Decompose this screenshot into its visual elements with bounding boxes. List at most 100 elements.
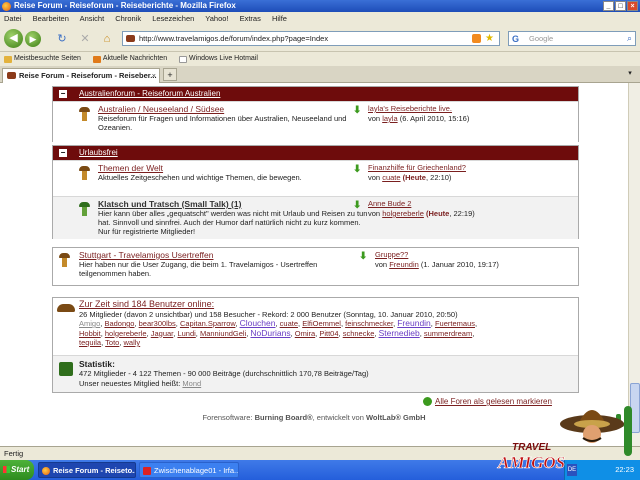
tab-title: Reise Forum - Reiseforum - Reiseber... xyxy=(19,71,157,80)
last-post-title[interactable]: Anne Bude 2 xyxy=(368,199,411,208)
minimize-button[interactable]: _ xyxy=(603,1,614,11)
home-icon[interactable]: ⌂ xyxy=(100,32,114,46)
site-favicon-icon xyxy=(7,72,16,79)
bookmark-hotmail[interactable]: Windows Live Hotmail xyxy=(179,52,258,66)
user-link[interactable]: Sternedieb xyxy=(379,328,420,338)
new-post-arrow-icon[interactable]: ⬇ xyxy=(359,251,367,262)
last-post-title[interactable]: Gruppe?? xyxy=(375,250,408,259)
newest-member-link[interactable]: Mond xyxy=(182,379,201,388)
menu-bar: Datei Bearbeiten Ansicht Chronik Lesezei… xyxy=(0,12,640,25)
back-button[interactable]: ◀ xyxy=(4,29,23,48)
menu-lesezeichen[interactable]: Lesezeichen xyxy=(152,14,194,23)
user-link[interactable]: tequila xyxy=(79,338,101,347)
site-favicon-icon xyxy=(126,35,135,42)
user-link[interactable]: Amigo xyxy=(79,319,100,328)
user-link[interactable]: Clouchen xyxy=(240,318,276,328)
user-link[interactable]: ElfiOemmel xyxy=(302,319,341,328)
user-link[interactable]: wally xyxy=(124,338,141,347)
user-link[interactable]: Pitt04 xyxy=(319,329,338,338)
last-post-by: von xyxy=(368,114,381,123)
user-link[interactable]: Capitan.Sparrow xyxy=(180,319,235,328)
user-link[interactable]: NoDurians xyxy=(250,328,290,338)
forum-title[interactable]: Stuttgart - Travelamigos Usertreffen xyxy=(79,250,339,260)
window-title: Reise Forum - Reiseforum - Reiseberichte… xyxy=(14,1,236,10)
forum-title[interactable]: Australien / Neuseeland / Südsee xyxy=(98,104,348,114)
forum-description: Hier haben nur die User Zugang, die beim… xyxy=(79,260,318,278)
user-link[interactable]: Jaguar xyxy=(151,329,174,338)
user-link[interactable]: Badongo xyxy=(104,319,134,328)
menu-chronik[interactable]: Chronik xyxy=(115,14,141,23)
last-post-user[interactable]: Freundin xyxy=(389,260,419,269)
bookmark-star-icon[interactable]: ★ xyxy=(485,32,494,45)
user-link[interactable]: Toto xyxy=(105,338,119,347)
forum-title[interactable]: Klatsch und Tratsch (Small Talk) (1) xyxy=(98,199,360,209)
user-link[interactable]: bear300lbs xyxy=(139,319,176,328)
footer-company[interactable]: WoltLab® GmbH xyxy=(366,413,426,422)
last-post-user[interactable]: cuate xyxy=(382,173,400,182)
info-box: Zur Zeit sind 184 Benutzer online: 26 Mi… xyxy=(52,297,579,393)
taskbar-irfanview[interactable]: Zwischenablage01 - Irfa... xyxy=(139,462,239,478)
menu-datei[interactable]: Datei xyxy=(4,14,22,23)
statistics-section: Statistik: 472 Mitglieder - 4 122 Themen… xyxy=(53,355,578,392)
bookmark-most-visited[interactable]: Meistbesuchte Seiten xyxy=(4,52,81,66)
cactus-icon xyxy=(624,406,632,456)
maximize-button[interactable]: □ xyxy=(615,1,626,11)
category-australien: − Australienforum - Reiseforum Australie… xyxy=(52,86,579,142)
bookmark-label: Meistbesuchte Seiten xyxy=(14,55,81,62)
new-post-arrow-icon[interactable]: ⬇ xyxy=(353,200,361,211)
user-link[interactable]: Fuertemaus xyxy=(435,319,475,328)
address-text: http://www.travelamigos.de/forum/index.p… xyxy=(139,34,329,43)
last-post-title[interactable]: Finanzhilfe für Griechenland? xyxy=(368,163,466,172)
start-button[interactable]: Start xyxy=(0,460,34,480)
bookmarks-toolbar: Meistbesuchte Seiten Aktuelle Nachrichte… xyxy=(0,52,640,66)
search-input[interactable]: G Google ⌕ xyxy=(508,31,636,46)
menu-ansicht[interactable]: Ansicht xyxy=(80,14,105,23)
tab-list-icon[interactable]: ▾ xyxy=(624,69,636,80)
last-post-title[interactable]: layla's Reiseberichte live. xyxy=(368,104,452,113)
bookmark-news[interactable]: Aktuelle Nachrichten xyxy=(92,52,167,66)
menu-yahoo[interactable]: Yahoo! xyxy=(205,14,228,23)
new-post-arrow-icon[interactable]: ⬇ xyxy=(353,164,361,175)
user-link[interactable]: Lundi xyxy=(177,329,195,338)
close-button[interactable]: × xyxy=(627,1,638,11)
reload-icon[interactable]: ↻ xyxy=(55,32,69,46)
user-link[interactable]: holgereberle xyxy=(105,329,147,338)
last-post-user[interactable]: layla xyxy=(382,114,397,123)
new-tab-button[interactable]: + xyxy=(163,68,177,81)
last-post-user[interactable]: holgereberle xyxy=(382,209,424,218)
user-link[interactable]: Freundin xyxy=(397,318,431,328)
google-icon[interactable]: G xyxy=(512,33,519,46)
footer-product[interactable]: Burning Board® xyxy=(255,413,313,422)
collapse-icon[interactable]: − xyxy=(59,90,67,98)
user-link[interactable]: schnecke xyxy=(343,329,375,338)
collapse-icon[interactable]: − xyxy=(59,149,67,157)
category-title[interactable]: Urlaubsfrei xyxy=(79,148,118,157)
menu-hilfe[interactable]: Hilfe xyxy=(272,14,287,23)
search-icon[interactable]: ⌕ xyxy=(627,32,632,45)
online-users-icon xyxy=(57,304,75,312)
last-post-by: von xyxy=(368,209,381,218)
travel-amigos-logo: TRAVEL AMIGOS xyxy=(497,406,632,472)
online-title[interactable]: Zur Zeit sind 184 Benutzer online: xyxy=(79,299,577,310)
user-link[interactable]: Omira xyxy=(295,329,315,338)
forum-stuttgart: Stuttgart - Travelamigos Usertreffen Hie… xyxy=(52,247,579,286)
taskbar-firefox[interactable]: Reise Forum - Reiseto... xyxy=(38,462,136,478)
address-bar[interactable]: http://www.travelamigos.de/forum/index.p… xyxy=(122,31,500,46)
user-link[interactable]: summerdream xyxy=(424,329,472,338)
rss-feed-icon[interactable] xyxy=(472,34,481,43)
window-controls: _ □ × xyxy=(603,1,638,11)
category-title[interactable]: Australienforum - Reiseforum Australien xyxy=(79,89,220,98)
status-text: Fertig xyxy=(4,449,24,458)
forum-icon xyxy=(79,166,90,180)
menu-bearbeiten[interactable]: Bearbeiten xyxy=(33,14,69,23)
user-link[interactable]: Hobbit xyxy=(79,329,101,338)
user-link[interactable]: ManniundGeli xyxy=(200,329,246,338)
tab-close-icon[interactable]: × xyxy=(152,69,156,82)
forward-button[interactable]: ▶ xyxy=(25,31,41,47)
stop-icon[interactable]: ✕ xyxy=(78,32,92,46)
category-header: − Australienforum - Reiseforum Australie… xyxy=(53,87,578,101)
forum-title[interactable]: Themen der Welt xyxy=(98,163,348,173)
menu-extras[interactable]: Extras xyxy=(240,14,261,23)
tab-reise-forum[interactable]: Reise Forum - Reiseforum - Reiseber... × xyxy=(2,68,160,83)
new-post-arrow-icon[interactable]: ⬇ xyxy=(353,105,361,116)
